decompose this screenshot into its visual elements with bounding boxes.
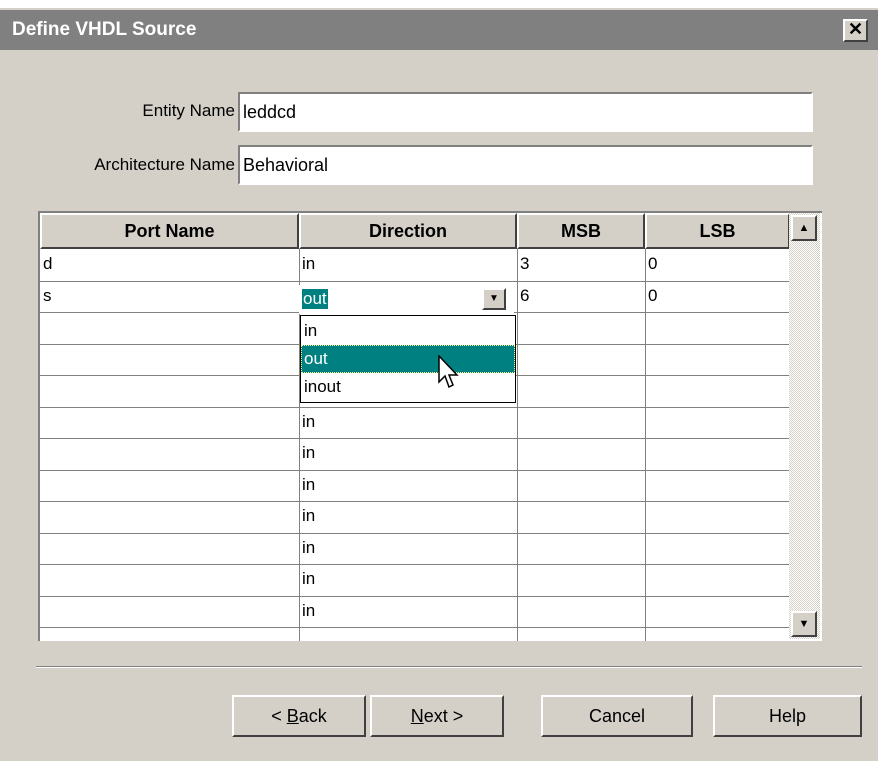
grid-cell-lsb[interactable]: 0: [648, 254, 787, 274]
direction-dropdown-list: in out inout: [300, 315, 516, 403]
column-header-port-name[interactable]: Port Name: [40, 213, 299, 249]
mouse-pointer-icon: [438, 355, 459, 389]
grid-cell-msb[interactable]: 6: [520, 286, 642, 306]
desktop-strip: [0, 0, 878, 8]
grid-column-divider: [517, 249, 518, 641]
chevron-down-icon: ▼: [489, 293, 499, 304]
close-button[interactable]: ✕: [843, 19, 868, 42]
grid-cell-direction[interactable]: in: [302, 443, 514, 463]
port-grid: Port Name Direction MSB LSB d in 3 0 s 6 0 in in…: [38, 211, 822, 641]
scroll-up-arrow-icon: ▲: [798, 222, 810, 234]
scroll-up-button[interactable]: ▲: [791, 215, 817, 241]
grid-row-divider: [40, 407, 790, 408]
grid-cell-port[interactable]: d: [43, 254, 296, 274]
column-header-direction[interactable]: Direction: [299, 213, 517, 249]
grid-cell-port[interactable]: s: [43, 286, 296, 306]
title-bar: Define VHDL Source ✕: [0, 10, 878, 50]
grid-row-divider: [40, 533, 790, 534]
cancel-button[interactable]: Cancel: [541, 695, 693, 737]
grid-cell-direction[interactable]: in: [302, 538, 514, 558]
architecture-name-field[interactable]: Behavioral: [238, 145, 813, 185]
next-button-rest: ext >: [423, 706, 464, 726]
grid-row-divider: [40, 438, 790, 439]
dropdown-arrow-button[interactable]: ▼: [482, 288, 506, 310]
grid-row-divider: [40, 596, 790, 597]
dialog-title: Define VHDL Source: [12, 19, 197, 40]
scrollbar-track[interactable]: [789, 213, 820, 639]
back-button[interactable]: < Back: [232, 695, 366, 737]
architecture-name-label: Architecture Name: [94, 155, 235, 174]
grid-row-divider: [40, 281, 790, 282]
grid-cell-direction[interactable]: in: [302, 412, 514, 432]
next-button-mnemonic: N: [410, 706, 424, 726]
vertical-scrollbar[interactable]: ▲ ▼: [789, 213, 820, 639]
direction-select[interactable]: out ▼: [299, 285, 514, 314]
grid-cell-direction[interactable]: in: [302, 569, 514, 589]
scroll-down-arrow-icon: ▼: [798, 618, 810, 630]
define-vhdl-source-dialog: Define VHDL Source ✕ Entity Name leddcd …: [0, 0, 878, 761]
grid-cell-msb[interactable]: 3: [520, 254, 642, 274]
help-button[interactable]: Help: [713, 695, 862, 737]
dropdown-option-inout[interactable]: inout: [301, 373, 515, 401]
back-button-rest: ack: [298, 706, 327, 726]
dropdown-option-in[interactable]: in: [301, 317, 515, 345]
grid-cell-direction[interactable]: in: [302, 601, 514, 621]
dropdown-option-out[interactable]: out: [301, 345, 515, 373]
grid-row-divider: [40, 501, 790, 502]
grid-row-divider: [40, 627, 790, 628]
close-icon: ✕: [847, 19, 864, 39]
entity-name-field[interactable]: leddcd: [238, 92, 813, 132]
separator-highlight: [36, 667, 862, 668]
grid-cell-direction[interactable]: in: [302, 506, 514, 526]
grid-row-divider: [40, 564, 790, 565]
column-header-lsb[interactable]: LSB: [645, 213, 790, 249]
scroll-down-button[interactable]: ▼: [791, 611, 817, 637]
grid-row-divider: [40, 470, 790, 471]
grid-cell-direction[interactable]: in: [302, 254, 514, 274]
next-button[interactable]: Next >: [370, 695, 504, 737]
direction-select-value: out: [302, 289, 328, 309]
column-header-msb[interactable]: MSB: [517, 213, 645, 249]
back-button-prefix: <: [271, 706, 287, 726]
grid-column-divider: [645, 249, 646, 641]
grid-cell-lsb[interactable]: 0: [648, 286, 787, 306]
entity-name-label: Entity Name: [142, 101, 235, 120]
back-button-mnemonic: B: [286, 706, 299, 726]
grid-cell-direction[interactable]: in: [302, 475, 514, 495]
